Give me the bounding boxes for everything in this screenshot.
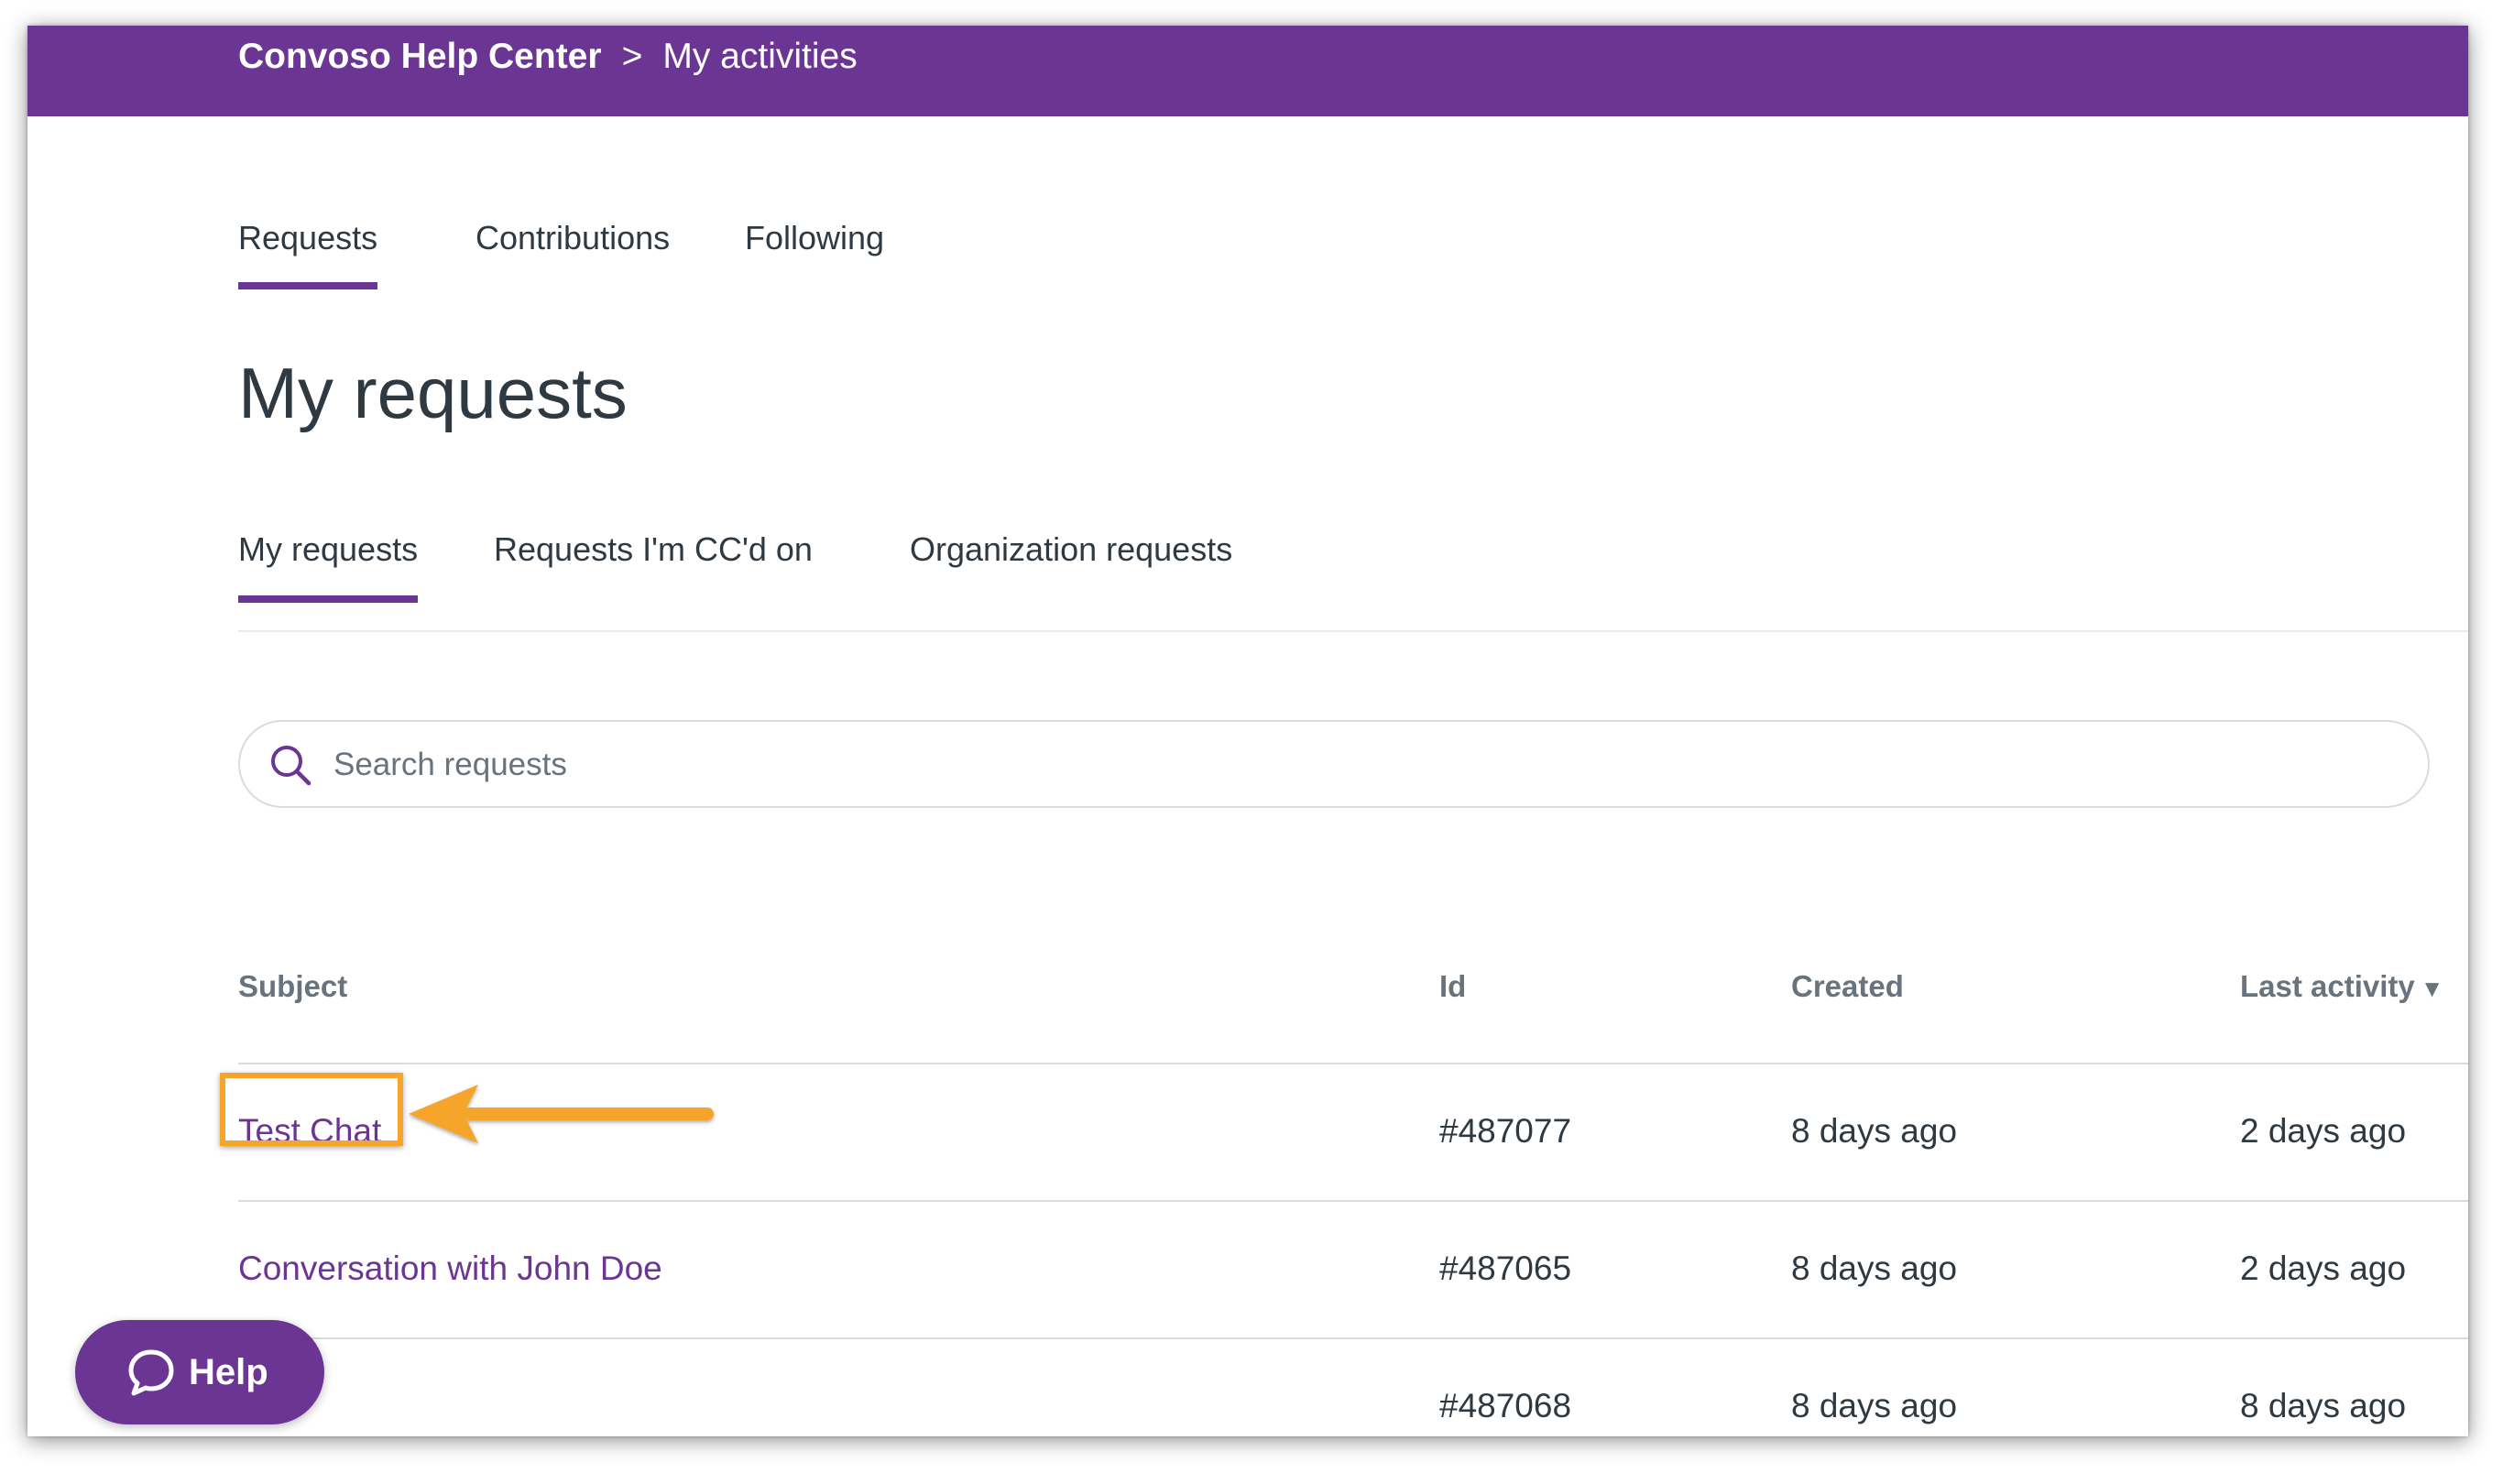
breadcrumb-separator: > xyxy=(621,37,643,76)
column-id[interactable]: Id xyxy=(1439,969,1466,1004)
table-row: Conversation with John Doe #487065 8 day… xyxy=(238,1200,2468,1339)
chat-bubble-icon xyxy=(128,1349,174,1396)
breadcrumb-home-link[interactable]: Convoso Help Center xyxy=(238,37,602,76)
help-button-label: Help xyxy=(189,1352,268,1392)
id-cell: #487077 xyxy=(1439,1112,1572,1150)
last-activity-cell: 2 days ago xyxy=(2240,1112,2407,1150)
subject-cell: Test Chat xyxy=(238,1112,381,1151)
created-cell: 8 days ago xyxy=(1791,1249,1958,1287)
tab-my-requests[interactable]: My requests xyxy=(238,529,419,603)
tab-contributions[interactable]: Contributions xyxy=(475,218,670,258)
page-title: My requests xyxy=(238,353,628,433)
search-input[interactable] xyxy=(332,737,2397,793)
column-subject[interactable]: Subject xyxy=(238,969,347,1004)
id-cell: #487065 xyxy=(1439,1249,1572,1287)
table-header: Subject Id Created Last activity ▼ xyxy=(238,969,2468,1061)
column-created[interactable]: Created xyxy=(1791,969,1904,1004)
search-icon xyxy=(271,746,312,786)
tabs-divider xyxy=(238,630,2468,632)
id-cell: #487068 xyxy=(1439,1387,1572,1424)
breadcrumb-current: My activities xyxy=(662,37,858,76)
breadcrumb: Convoso Help Center > My activities xyxy=(238,35,858,79)
tab-organization-requests[interactable]: Organization requests xyxy=(910,529,1232,570)
help-button[interactable]: Help xyxy=(75,1320,324,1424)
column-last-activity[interactable]: Last activity ▼ xyxy=(2240,969,2443,1004)
sort-desc-icon: ▼ xyxy=(2420,975,2444,1002)
request-tabs: My requests Requests I'm CC'd on Organiz… xyxy=(238,529,2468,632)
table-row: #487068 8 days ago 8 days ago xyxy=(238,1337,2468,1436)
table-row: Test Chat #487077 8 days ago 2 days ago xyxy=(238,1063,2468,1202)
request-subject-link[interactable]: Conversation with John Doe xyxy=(238,1249,662,1287)
subject-cell: Conversation with John Doe xyxy=(238,1249,662,1288)
column-last-activity-label: Last activity xyxy=(2240,969,2415,1003)
search-box[interactable] xyxy=(238,720,2430,808)
tab-following[interactable]: Following xyxy=(745,218,884,258)
last-activity-cell: 2 days ago xyxy=(2240,1249,2407,1287)
tab-requests[interactable]: Requests xyxy=(238,218,378,289)
created-cell: 8 days ago xyxy=(1791,1112,1958,1150)
created-cell: 8 days ago xyxy=(1791,1387,1958,1424)
last-activity-cell: 8 days ago xyxy=(2240,1387,2407,1424)
help-center-window: Convoso Help Center > My activities Reques… xyxy=(27,26,2468,1436)
request-subject-link[interactable]: Test Chat xyxy=(238,1112,381,1150)
tab-requests-cc[interactable]: Requests I'm CC'd on xyxy=(494,529,813,570)
top-bar: Convoso Help Center > My activities xyxy=(27,26,2468,116)
